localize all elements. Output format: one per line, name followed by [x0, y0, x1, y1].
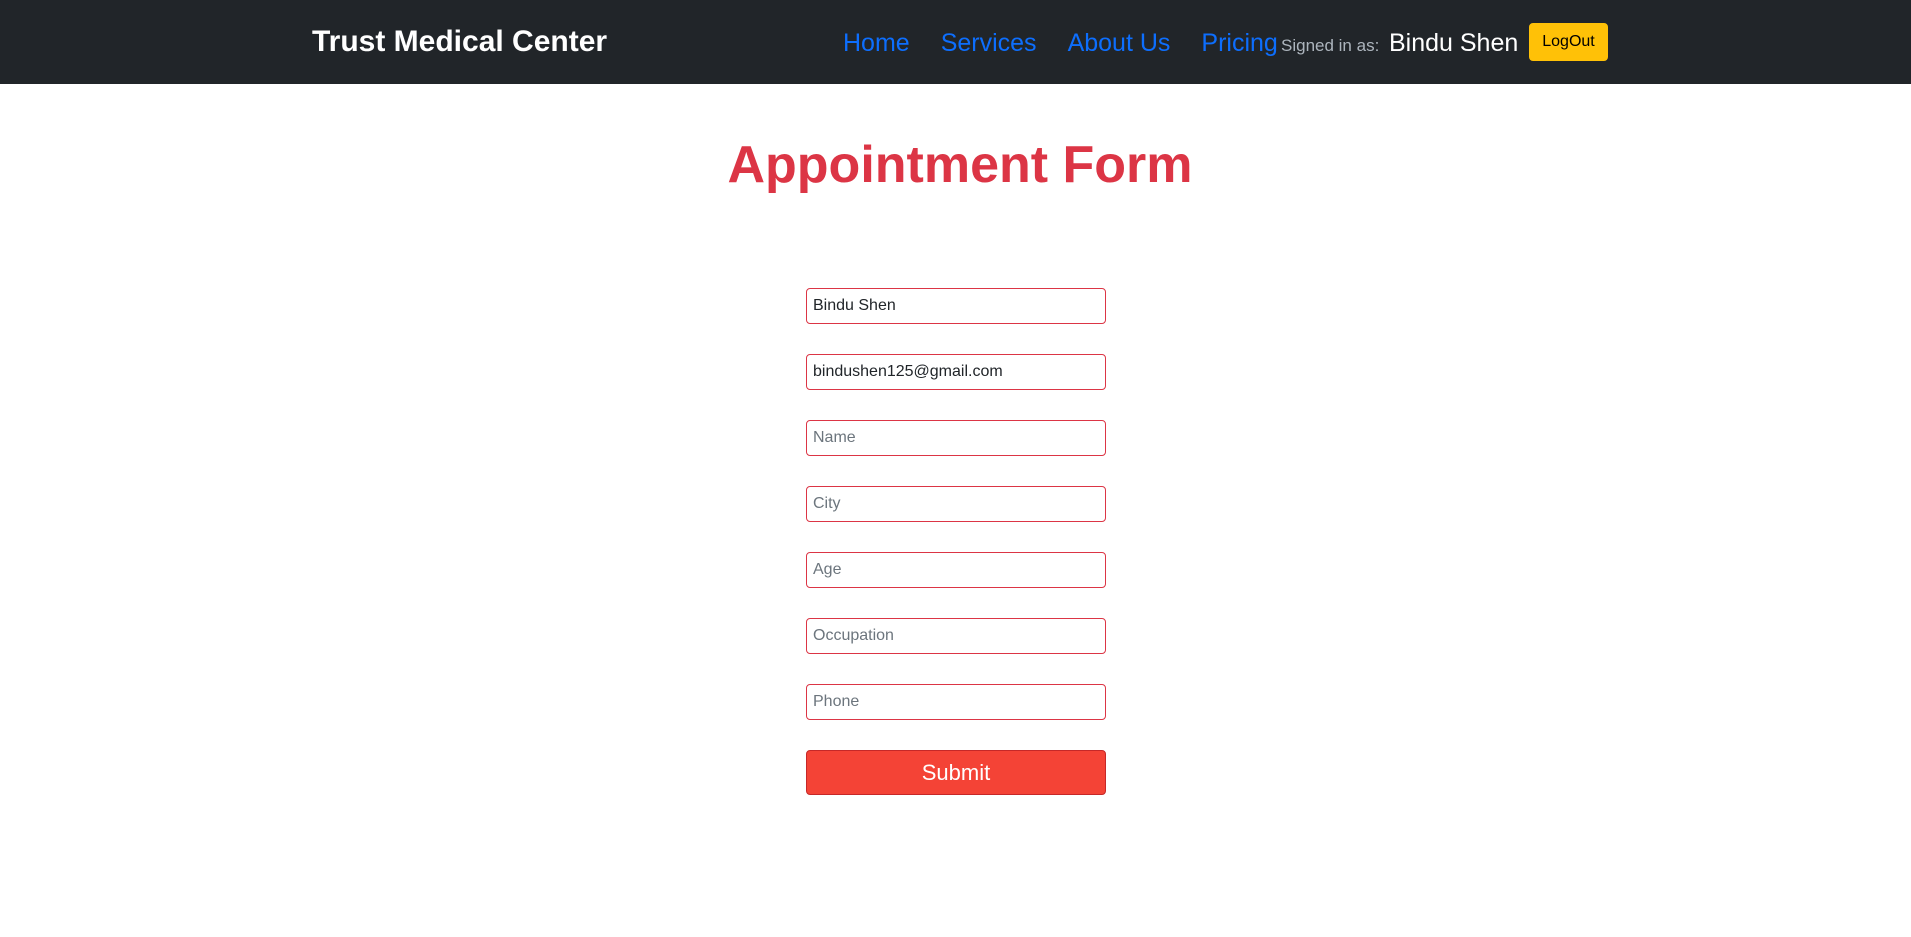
- nav-link-pricing[interactable]: Pricing: [1201, 24, 1277, 62]
- nav-link-home[interactable]: Home: [843, 24, 910, 62]
- submit-button[interactable]: Submit: [806, 750, 1106, 795]
- nav-link-about-us[interactable]: About Us: [1068, 24, 1171, 62]
- navbar: Trust Medical Center Home Services About…: [0, 0, 1911, 84]
- phone-field[interactable]: [806, 684, 1106, 720]
- page-title: Appointment Form: [727, 136, 1193, 194]
- patient-name-field[interactable]: [806, 288, 1106, 324]
- nav-link-services[interactable]: Services: [941, 24, 1037, 62]
- name-field[interactable]: [806, 420, 1106, 456]
- age-field[interactable]: [806, 552, 1106, 588]
- city-field[interactable]: [806, 486, 1106, 522]
- signed-in-user-name: Bindu Shen: [1389, 29, 1519, 57]
- signed-in-label: Signed in as:: [1281, 36, 1380, 55]
- logout-button[interactable]: LogOut: [1529, 23, 1608, 61]
- email-field[interactable]: [806, 354, 1106, 390]
- appointment-form: Submit: [806, 288, 1106, 795]
- brand-title[interactable]: Trust Medical Center: [312, 22, 607, 62]
- occupation-field[interactable]: [806, 618, 1106, 654]
- nav-links: Home Services About Us Pricing: [843, 24, 1292, 62]
